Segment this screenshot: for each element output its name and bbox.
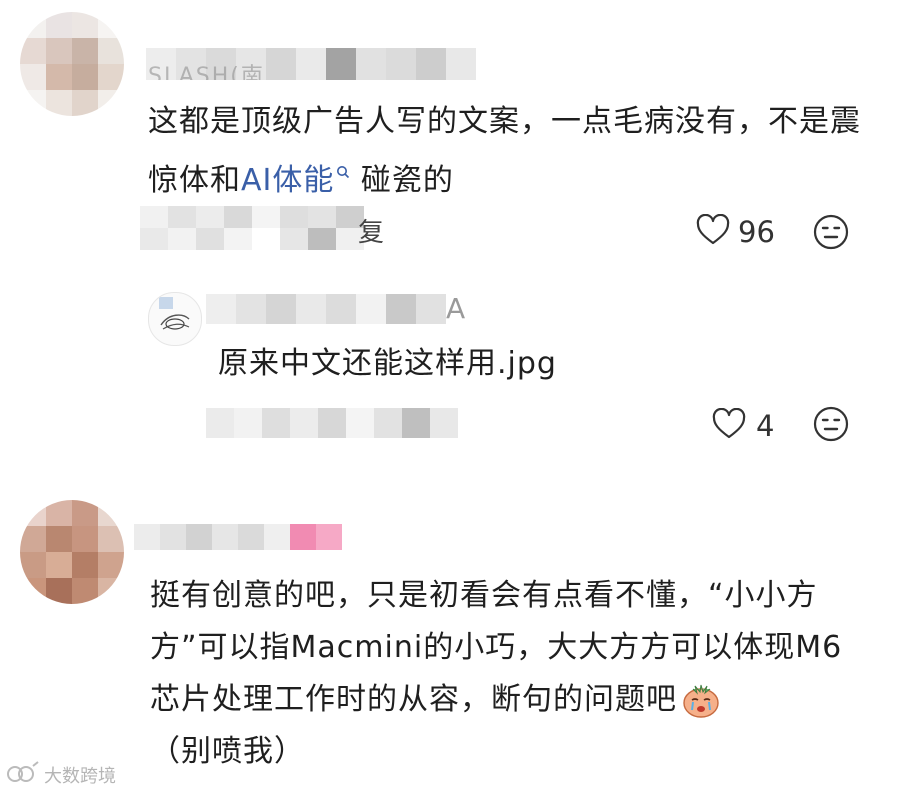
brand-logo-icon	[6, 760, 40, 790]
reply-like-count: 4	[756, 409, 775, 443]
search-icon[interactable]	[336, 165, 350, 183]
reply-meta	[206, 408, 466, 438]
comment-text-tail: （别喷我）	[150, 734, 305, 769]
reply-author-fragment: A	[446, 292, 466, 325]
topic-link[interactable]: AI体能	[241, 163, 334, 198]
reply-like-button[interactable]: 4	[712, 406, 774, 446]
comment-text-part: 挺有创意的吧，只是初看会有点看不懂，“小小方方”可以指Macmini的小巧，大大…	[150, 578, 843, 717]
author-name-fragment: SLASH(南...	[148, 64, 292, 80]
watermark-text: 大数跨境	[44, 766, 116, 787]
neutral-face-icon[interactable]	[812, 213, 850, 255]
reply-author-name[interactable]: A	[206, 292, 476, 326]
avatar[interactable]	[20, 12, 124, 116]
like-button[interactable]: 96	[696, 212, 775, 252]
heart-outline-icon	[696, 213, 730, 250]
author-name[interactable]	[134, 524, 346, 550]
avatar[interactable]	[20, 500, 124, 604]
comment-text-part: 碰瓷的	[360, 163, 454, 198]
reply-button[interactable]: 复	[358, 212, 384, 249]
like-count: 96	[738, 215, 775, 249]
comment-meta: 复	[140, 206, 400, 250]
crying-face-emoji-icon	[681, 683, 721, 719]
neutral-face-icon[interactable]	[812, 405, 850, 447]
author-name[interactable]: SLASH(南...	[146, 48, 476, 80]
reply-avatar[interactable]	[148, 292, 202, 346]
comment-text: 这都是顶级广告人写的文案，一点毛病没有，不是震惊体和AI体能 碰瓷的	[148, 96, 868, 207]
heart-outline-icon	[712, 407, 746, 444]
comment-text: 挺有创意的吧，只是初看会有点看不懂，“小小方方”可以指Macmini的小巧，大大…	[150, 570, 850, 778]
watermark: 大数跨境	[6, 760, 116, 790]
reply-text: 原来中文还能这样用.jpg	[218, 346, 557, 381]
